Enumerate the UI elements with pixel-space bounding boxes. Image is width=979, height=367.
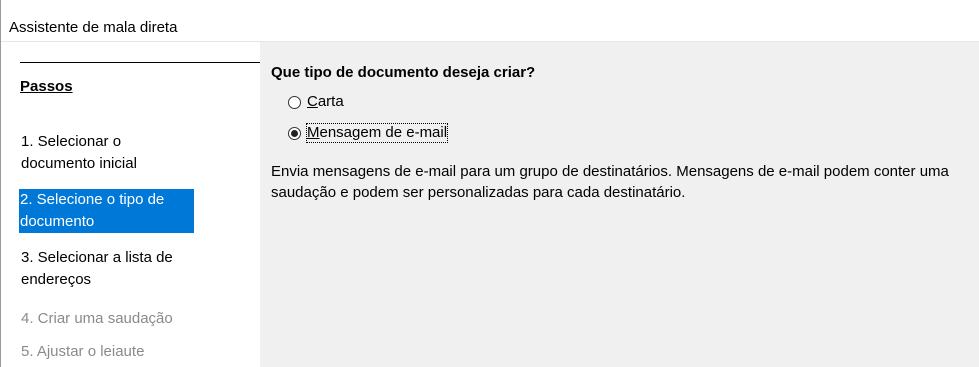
steps-title: Passos [20,78,73,95]
step-create-salutation: 4. Criar uma saudação [21,310,173,327]
document-type-panel: Que tipo de documento deseja criar? Cart… [260,42,979,367]
email-label-rest: ensagem de e-mail [319,124,448,141]
email-radio[interactable] [288,126,301,140]
letter-mnemonic: C [307,93,318,110]
letter-radio[interactable] [288,95,301,109]
letter-option[interactable]: Carta [288,92,344,112]
letter-option-label[interactable]: Carta [307,93,344,111]
step-adjust-layout: 5. Ajustar o leiaute [21,343,145,360]
steps-divider [20,62,260,63]
letter-label-rest: arta [317,93,344,110]
window-title: Assistente de mala direta [9,19,178,36]
step-select-starting-document[interactable]: 1. Selecionar o documento inicial [20,131,194,175]
email-option-label[interactable]: Mensagem de e-mail [305,123,449,143]
email-option[interactable]: Mensagem de e-mail [288,123,449,143]
mail-merge-wizard-window: Assistente de mala direta Passos 1. Sele… [0,0,979,367]
email-mnemonic: M [307,124,320,141]
steps-sidebar: Passos 1. Selecionar o documento inicial… [1,42,260,367]
step-select-address-list[interactable]: 3. Selecionar a lista de endereços [20,247,194,291]
document-type-question: Que tipo de documento deseja criar? [271,64,536,81]
document-type-description: Envia mensagens de e-mail para um grupo … [271,163,949,201]
title-bar: Assistente de mala direta [1,0,979,42]
step-select-document-type[interactable]: 2. Selecione o tipo de documento [19,189,194,233]
